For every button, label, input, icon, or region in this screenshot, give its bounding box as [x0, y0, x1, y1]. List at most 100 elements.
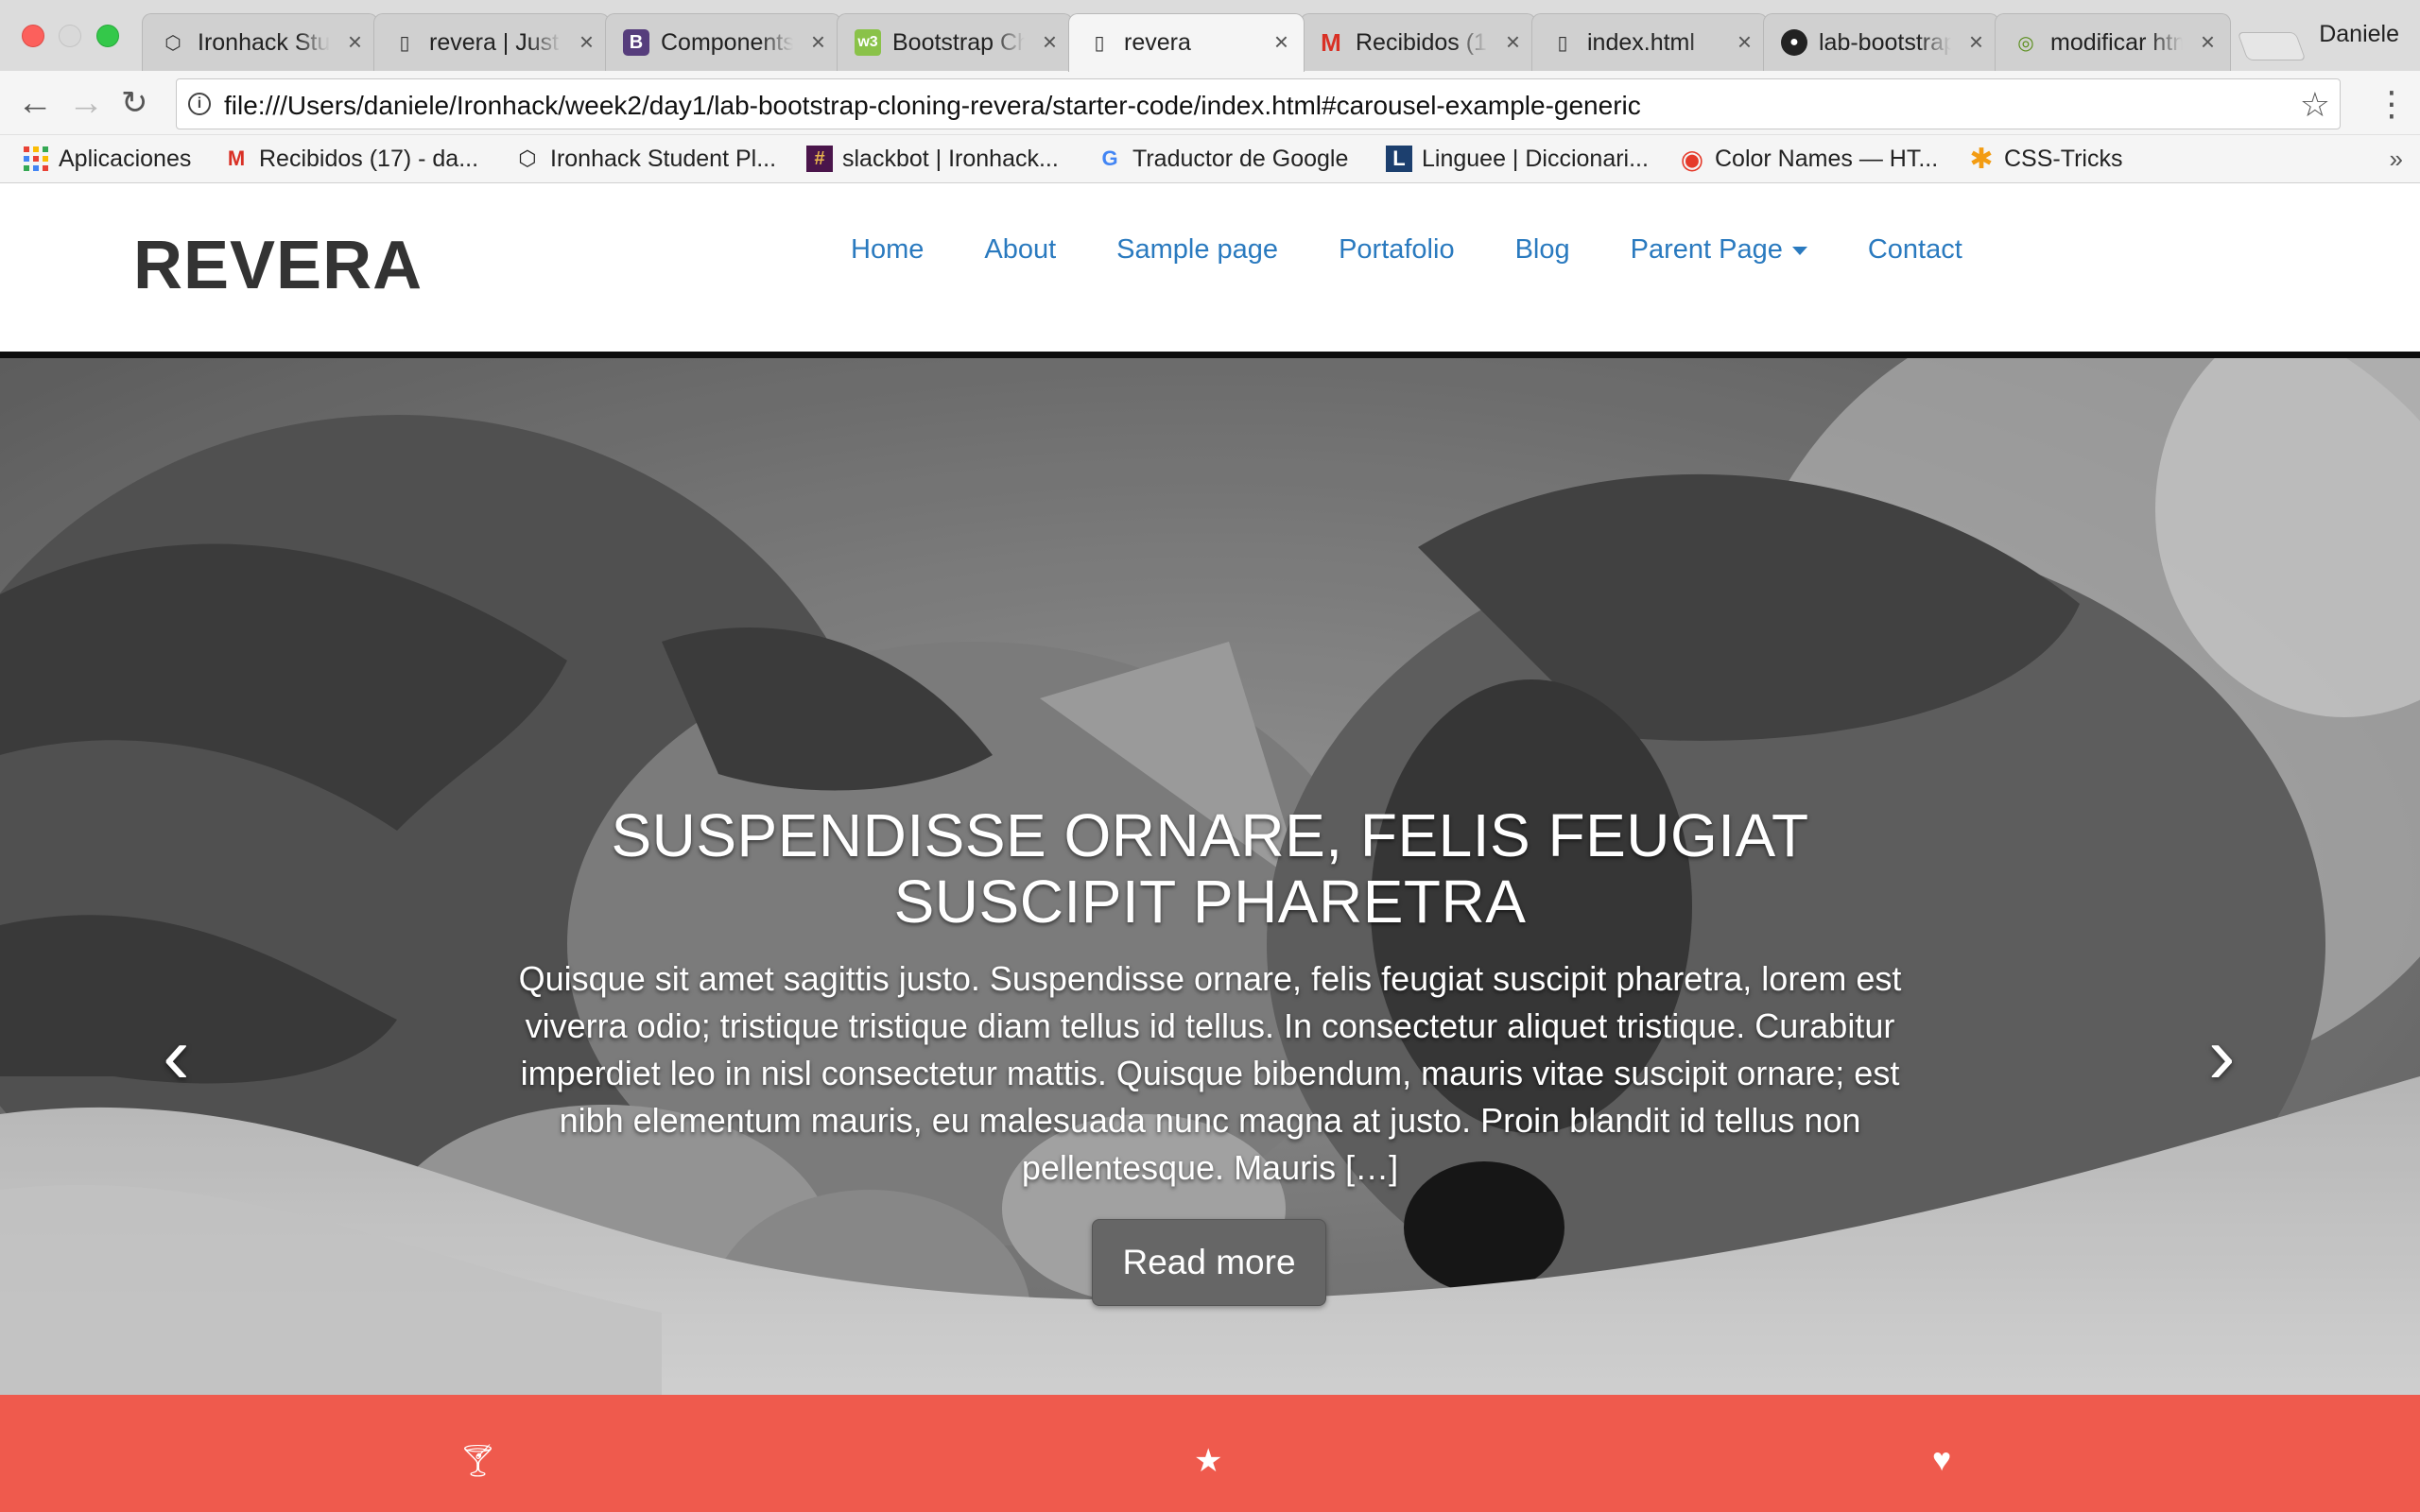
web-page: REVERA Home About Sample page Portafolio…	[0, 183, 2420, 1512]
nav-contact-link[interactable]: Contact	[1868, 234, 1962, 266]
browser-tab-active[interactable]: ▯ revera ×	[1068, 13, 1305, 72]
browser-tab-strip: ⬡ Ironhack Student Portal × ▯ revera | J…	[0, 0, 2420, 72]
close-tab-icon[interactable]: ×	[1274, 27, 1288, 57]
bookmark-label: Linguee | Diccionari...	[1422, 145, 1649, 172]
gmail-icon: M	[1321, 27, 1341, 57]
ironhack-icon: ⬡	[518, 146, 537, 170]
bookmark-label: Ironhack Student Pl...	[550, 145, 777, 172]
site-brand-logo[interactable]: REVERA	[133, 227, 423, 304]
browser-tab[interactable]: ◎ modificar html ×	[1995, 13, 2231, 71]
bookmark-item[interactable]: Aplicaciones	[23, 143, 191, 175]
nav-sample-page-link[interactable]: Sample page	[1116, 234, 1278, 266]
tab-label: lab-bootstrap	[1819, 29, 1951, 56]
new-tab-button[interactable]	[2237, 32, 2307, 60]
close-tab-icon[interactable]: ×	[1969, 27, 1983, 57]
more-bookmarks-icon[interactable]: »	[2390, 145, 2403, 174]
carousel-text: Quisque sit amet sagittis justo. Suspend…	[518, 959, 1902, 1187]
carousel-next-icon[interactable]: ›	[2208, 1015, 2236, 1096]
bookmark-star-icon[interactable]: ☆	[2300, 85, 2330, 125]
linguee-icon: L	[1386, 146, 1412, 172]
w3-icon: w3	[855, 29, 881, 56]
close-tab-icon[interactable]: ×	[1506, 27, 1520, 57]
tab-label: revera	[1124, 29, 1191, 56]
close-tab-icon[interactable]: ×	[1737, 27, 1752, 57]
back-arrow-icon[interactable]: ←	[17, 84, 53, 122]
bookmark-label: Aplicaciones	[59, 145, 192, 172]
carousel-caption: SUSPENDISSE ORNARE, FELIS FEUGIAT SUSCIP…	[473, 802, 1947, 1192]
nav-home-link[interactable]: Home	[851, 234, 924, 266]
carousel-prev-icon[interactable]: ‹	[163, 1015, 190, 1096]
read-more-button[interactable]: Read more	[1092, 1219, 1326, 1306]
page-icon: ▯	[1094, 32, 1105, 54]
main-nav: Home About Sample page Portafolio Blog P…	[851, 234, 2023, 266]
reload-icon[interactable]: ↻	[121, 84, 148, 122]
browser-tab[interactable]: M Recibidos (17) ×	[1300, 13, 1536, 71]
maximize-window-button[interactable]	[96, 25, 119, 47]
caret-down-icon	[1791, 246, 1807, 255]
browser-tab[interactable]: B Components ×	[605, 13, 841, 71]
browser-tab[interactable]: w3 Bootstrap Cheat ×	[837, 13, 1073, 71]
tab-label: revera | Just another	[429, 29, 562, 56]
browser-tab[interactable]: ⬡ Ironhack Student Portal ×	[142, 13, 378, 71]
nav-about-link[interactable]: About	[984, 234, 1056, 266]
minimize-window-button[interactable]	[59, 25, 81, 47]
bookmark-label: Recibidos (17) - da...	[259, 145, 479, 172]
browser-toolbar: ← → ↻ i file:///Users/daniele/Ironhack/w…	[0, 71, 2420, 135]
close-window-button[interactable]	[22, 25, 44, 47]
bootstrap-icon: B	[623, 29, 649, 56]
nav-parent-page-label: Parent Page	[1630, 234, 1783, 265]
close-tab-icon[interactable]: ×	[1043, 27, 1057, 57]
github-icon: ●	[1781, 29, 1807, 56]
bookmarks-bar: Aplicaciones M Recibidos (17) - da... ⬡ …	[0, 135, 2420, 183]
nav-parent-page-dropdown[interactable]: Parent Page	[1631, 234, 1807, 266]
bookmark-item[interactable]: M Recibidos (17) - da...	[223, 143, 478, 175]
nav-portfolio-link[interactable]: Portafolio	[1339, 234, 1455, 266]
page-icon: ▯	[1557, 32, 1568, 54]
bookmark-item[interactable]: ◉ Color Names — HT...	[1679, 143, 1938, 175]
navbar-divider	[0, 352, 2420, 358]
close-tab-icon[interactable]: ×	[348, 27, 362, 57]
site-navbar: REVERA Home About Sample page Portafolio…	[0, 183, 2420, 352]
bookmark-label: slackbot | Ironhack...	[842, 145, 1059, 172]
close-tab-icon[interactable]: ×	[2201, 27, 2215, 57]
menu-kebab-icon[interactable]: ⋮	[2375, 84, 2409, 124]
bookmark-item[interactable]: L Linguee | Diccionari...	[1386, 143, 1649, 175]
info-icon[interactable]: i	[188, 93, 211, 115]
page-icon: ▯	[399, 32, 410, 54]
star-icon: ★	[1194, 1443, 1223, 1479]
bookmark-item[interactable]: G Traductor de Google	[1097, 143, 1348, 175]
close-tab-icon[interactable]: ×	[811, 27, 825, 57]
address-bar[interactable]: i file:///Users/daniele/Ironhack/week2/d…	[176, 78, 2341, 129]
gmail-icon: M	[227, 146, 246, 170]
apps-grid-icon	[23, 146, 49, 172]
tab-label: modificar html	[2050, 29, 2183, 56]
heart-icon: ♥	[1932, 1442, 1952, 1478]
bookmark-item[interactable]: ✱ CSS-Tricks	[1968, 143, 2122, 175]
close-tab-icon[interactable]: ×	[579, 27, 594, 57]
cocktail-icon: 🍸︎	[458, 1443, 499, 1479]
browser-tab[interactable]: ▯ revera | Just another ×	[373, 13, 610, 71]
tab-label: Components	[661, 29, 793, 56]
bookmark-label: Color Names — HT...	[1715, 145, 1939, 172]
bookmark-item[interactable]: # slackbot | Ironhack...	[806, 143, 1059, 175]
hero-carousel: SUSPENDISSE ORNARE, FELIS FEUGIAT SUSCIP…	[0, 358, 2420, 1395]
bookmark-item[interactable]: ⬡ Ironhack Student Pl...	[514, 143, 776, 175]
stackexchange-icon: ◎	[2017, 32, 2034, 54]
url-text[interactable]: file:///Users/daniele/Ironhack/week2/day…	[224, 91, 1641, 121]
tab-label: Recibidos (17)	[1356, 29, 1488, 56]
forward-arrow-icon[interactable]: →	[68, 84, 104, 122]
tab-label: Ironhack Student Portal	[198, 29, 330, 56]
profile-name[interactable]: Daniele	[2319, 21, 2399, 48]
color-icon: ◉	[1680, 144, 1704, 174]
features-section: 🍸︎ ★ ♥	[0, 1395, 2420, 1512]
browser-tab[interactable]: ▯ index.html ×	[1531, 13, 1768, 71]
bookmark-label: CSS-Tricks	[2004, 145, 2123, 172]
carousel-heading: SUSPENDISSE ORNARE, FELIS FEUGIAT SUSCIP…	[611, 801, 1809, 936]
translate-icon: G	[1101, 146, 1118, 170]
css-tricks-icon: ✱	[1969, 143, 1994, 175]
tab-label: index.html	[1587, 29, 1695, 56]
browser-tab[interactable]: ● lab-bootstrap ×	[1763, 13, 1999, 71]
ironhack-icon: ⬡	[164, 32, 182, 54]
nav-blog-link[interactable]: Blog	[1515, 234, 1570, 266]
bookmark-label: Traductor de Google	[1132, 145, 1349, 172]
